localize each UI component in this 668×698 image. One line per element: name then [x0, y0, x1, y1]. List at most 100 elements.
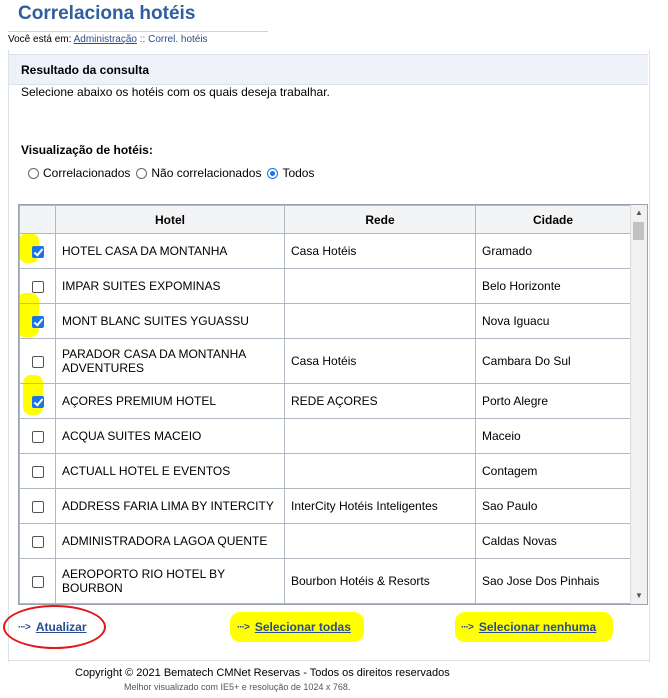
table-vertical-scrollbar[interactable]: ▲ ▼ — [630, 205, 647, 604]
footer-divider — [8, 660, 649, 661]
visualization-label: Visualização de hotéis: — [21, 143, 153, 157]
radio-label-nao-correlacionados: Não correlacionados — [151, 166, 262, 180]
select-all-button[interactable]: Selecionar todas — [255, 620, 351, 634]
radio-button-correlacionados[interactable] — [28, 167, 39, 179]
breadcrumb-current: Correl. hotéis — [148, 34, 208, 45]
cell-rede — [284, 523, 476, 559]
table-row: PARADOR CASA DA MONTANHA ADVENTURES Casa… — [19, 338, 631, 384]
cell-hotel: AÇORES PREMIUM HOTEL — [55, 383, 285, 419]
row-checkbox-cell — [19, 488, 56, 524]
select-none-action: ···> Selecionar nenhuma — [461, 620, 596, 634]
cell-hotel: ADMINISTRADORA LAGOA QUENTE — [55, 523, 285, 559]
cell-hotel: ACTUALL HOTEL E EVENTOS — [55, 453, 285, 489]
row-checkbox-cell — [19, 453, 56, 489]
row-checkbox-cell — [19, 338, 56, 384]
row-checkbox-cell — [19, 523, 56, 559]
cell-rede: Casa Hotéis — [284, 233, 476, 269]
cell-hotel: PARADOR CASA DA MONTANHA ADVENTURES — [55, 338, 285, 384]
breadcrumb: Você está em: Administração :: Correl. h… — [8, 34, 208, 45]
cell-rede — [284, 268, 476, 304]
cell-hotel: IMPAR SUITES EXPOMINAS — [55, 268, 285, 304]
cell-cidade: Contagem — [475, 453, 631, 489]
cell-rede: Casa Hotéis — [284, 338, 476, 384]
cell-hotel: ADDRESS FARIA LIMA BY INTERCITY — [55, 488, 285, 524]
select-none-button[interactable]: Selecionar nenhuma — [479, 620, 596, 634]
row-checkbox-cell — [19, 418, 56, 454]
footer-copyright: Copyright © 2021 Bematech CMNet Reservas… — [75, 667, 450, 679]
header-checkbox-column — [19, 205, 56, 234]
table-body: HOTEL CASA DA MONTANHA Casa Hotéis Grama… — [19, 233, 631, 604]
row-checkbox-cell — [19, 233, 56, 269]
cell-rede: REDE AÇORES — [284, 383, 476, 419]
scroll-down-arrow-icon[interactable]: ▼ — [631, 588, 647, 604]
update-button[interactable]: Atualizar — [36, 620, 87, 634]
hotels-table-container: Hotel Rede Cidade HOTEL CASA DA MONTANHA… — [18, 204, 648, 605]
cell-cidade: Gramado — [475, 233, 631, 269]
radio-button-nao-correlacionados[interactable] — [136, 167, 148, 179]
title-divider — [8, 31, 268, 32]
radio-correlacionados[interactable]: Correlacionados — [28, 166, 130, 180]
row-checkbox-cell — [19, 303, 56, 339]
table-row: MONT BLANC SUITES YGUASSU Nova Iguacu — [19, 303, 631, 339]
cell-cidade: Maceio — [475, 418, 631, 454]
header-rede: Rede — [284, 205, 476, 234]
dotted-arrow-icon: ···> — [461, 621, 474, 633]
cell-hotel: AEROPORTO RIO HOTEL BY BOURBON — [55, 558, 285, 604]
cell-cidade: Sao Paulo — [475, 488, 631, 524]
row-checkbox-cell — [19, 558, 56, 604]
row-checkbox[interactable] — [31, 575, 44, 588]
row-checkbox[interactable] — [31, 395, 44, 408]
cell-cidade: Porto Alegre — [475, 383, 631, 419]
update-action: ···> Atualizar — [18, 620, 87, 634]
row-checkbox[interactable] — [31, 280, 44, 293]
radio-todos[interactable]: Todos — [267, 166, 314, 180]
cell-hotel: HOTEL CASA DA MONTANHA — [55, 233, 285, 269]
radio-label-correlacionados: Correlacionados — [43, 166, 131, 180]
row-checkbox[interactable] — [31, 245, 44, 258]
cell-rede — [284, 418, 476, 454]
cell-cidade: Caldas Novas — [475, 523, 631, 559]
dotted-arrow-icon: ···> — [237, 621, 250, 633]
table-row: ACTUALL HOTEL E EVENTOS Contagem — [19, 453, 631, 489]
dotted-arrow-icon: ···> — [18, 621, 31, 633]
table-row: AEROPORTO RIO HOTEL BY BOURBON Bourbon H… — [19, 558, 631, 604]
result-title: Resultado da consulta — [21, 63, 150, 77]
radio-nao-correlacionados[interactable]: Não correlacionados — [136, 166, 261, 180]
cell-hotel: MONT BLANC SUITES YGUASSU — [55, 303, 285, 339]
row-checkbox[interactable] — [31, 500, 44, 513]
cell-cidade: Nova Iguacu — [475, 303, 631, 339]
table-row: ADMINISTRADORA LAGOA QUENTE Caldas Novas — [19, 523, 631, 559]
cell-cidade: Sao Jose Dos Pinhais — [475, 558, 631, 604]
cell-cidade: Cambara Do Sul — [475, 338, 631, 384]
page-title: Correlaciona hotéis — [18, 3, 196, 24]
table-row: ACQUA SUITES MACEIO Maceio — [19, 418, 631, 454]
table-row: ADDRESS FARIA LIMA BY INTERCITY InterCit… — [19, 488, 631, 524]
radio-label-todos: Todos — [282, 166, 315, 180]
row-checkbox[interactable] — [31, 315, 44, 328]
table-row: AÇORES PREMIUM HOTEL REDE AÇORES Porto A… — [19, 383, 631, 419]
scroll-up-arrow-icon[interactable]: ▲ — [631, 205, 647, 221]
row-checkbox-cell — [19, 383, 56, 419]
cell-hotel: ACQUA SUITES MACEIO — [55, 418, 285, 454]
table-header-row: Hotel Rede Cidade — [19, 205, 631, 234]
cell-rede — [284, 453, 476, 489]
cell-cidade: Belo Horizonte — [475, 268, 631, 304]
breadcrumb-separator: :: — [139, 34, 146, 45]
cell-rede: Bourbon Hotéis & Resorts — [284, 558, 476, 604]
visualization-radio-group: Correlacionados Não correlacionados Todo… — [28, 166, 320, 180]
scroll-thumb[interactable] — [633, 222, 644, 240]
row-checkbox[interactable] — [31, 430, 44, 443]
breadcrumb-link-administracao[interactable]: Administração — [74, 34, 137, 45]
row-checkbox[interactable] — [31, 465, 44, 478]
row-checkbox-cell — [19, 268, 56, 304]
radio-button-todos[interactable] — [267, 167, 279, 179]
table-row: HOTEL CASA DA MONTANHA Casa Hotéis Grama… — [19, 233, 631, 269]
header-hotel: Hotel — [55, 205, 285, 234]
result-description: Selecione abaixo os hotéis com os quais … — [21, 85, 330, 99]
breadcrumb-prefix: Você está em: — [8, 34, 72, 45]
header-cidade: Cidade — [475, 205, 631, 234]
row-checkbox[interactable] — [31, 535, 44, 548]
row-checkbox[interactable] — [31, 355, 44, 368]
cell-rede — [284, 303, 476, 339]
table-row: IMPAR SUITES EXPOMINAS Belo Horizonte — [19, 268, 631, 304]
